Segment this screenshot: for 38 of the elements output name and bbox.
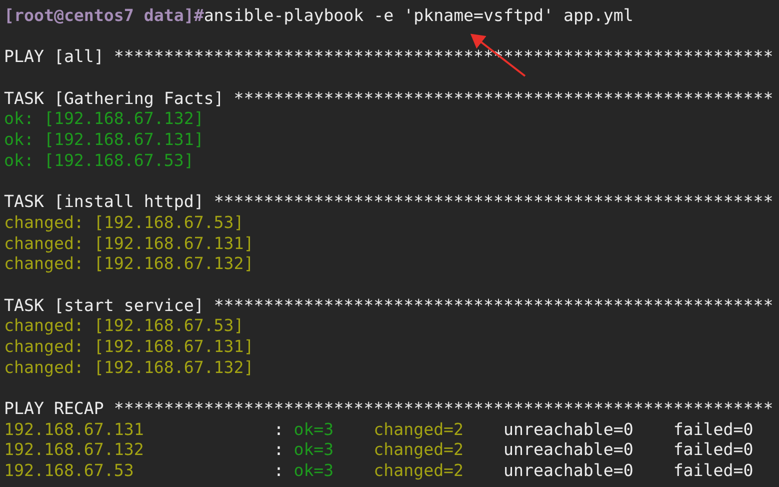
unreachable-count: unreachable=0 <box>503 440 634 462</box>
ok-count: ok=3 <box>294 420 335 440</box>
host-result: changed: [192.168.67.131] <box>4 337 254 358</box>
section-heading: TASK [Gathering Facts] <box>4 88 224 110</box>
failed-count: failed=0 <box>673 420 754 440</box>
failed-count: failed=0 <box>673 461 754 482</box>
section-heading: PLAY [all] <box>4 47 104 68</box>
host-result: changed: [192.168.67.53] <box>4 316 244 337</box>
separator-colon: : <box>274 440 285 462</box>
separator-colon: : <box>274 420 285 440</box>
asterisk-rule: ******************************************************** <box>214 192 774 213</box>
failed-count: failed=0 <box>673 440 754 462</box>
host-result: ok: [192.168.67.132] <box>4 109 204 130</box>
command-text: ansible-playbook -e 'pkname=vsftpd' app.yml <box>204 6 634 27</box>
separator-colon: : <box>274 461 285 482</box>
section-heading: PLAY RECAP <box>4 399 104 420</box>
recap-host: 192.168.67.131 <box>4 420 145 440</box>
unreachable-count: unreachable=0 <box>503 461 634 482</box>
recap-host: 192.168.67.53 <box>4 461 135 482</box>
host-result: changed: [192.168.67.131] <box>4 234 254 254</box>
host-result: changed: [192.168.67.132] <box>4 254 254 275</box>
recap-host: 192.168.67.132 <box>4 440 145 462</box>
unreachable-count: unreachable=0 <box>503 420 634 440</box>
host-result: changed: [192.168.67.132] <box>4 358 254 378</box>
host-result: ok: [192.168.67.131] <box>4 130 204 151</box>
asterisk-rule: ******************************************************** <box>214 296 774 316</box>
changed-count: changed=2 <box>374 440 465 462</box>
ok-count: ok=3 <box>294 440 335 462</box>
asterisk-rule: ****************************************************************** <box>114 399 774 420</box>
section-heading: TASK [install httpd] <box>4 192 204 213</box>
changed-count: changed=2 <box>374 461 465 482</box>
host-result: changed: [192.168.67.53] <box>4 212 244 234</box>
section-heading: TASK [start service] <box>4 296 204 316</box>
changed-count: changed=2 <box>374 420 465 440</box>
asterisk-rule: ****************************************************** <box>234 88 774 110</box>
host-result: ok: [192.168.67.53] <box>4 150 194 172</box>
ok-count: ok=3 <box>294 461 335 482</box>
shell-prompt: [root@centos7 data]# <box>4 6 204 27</box>
